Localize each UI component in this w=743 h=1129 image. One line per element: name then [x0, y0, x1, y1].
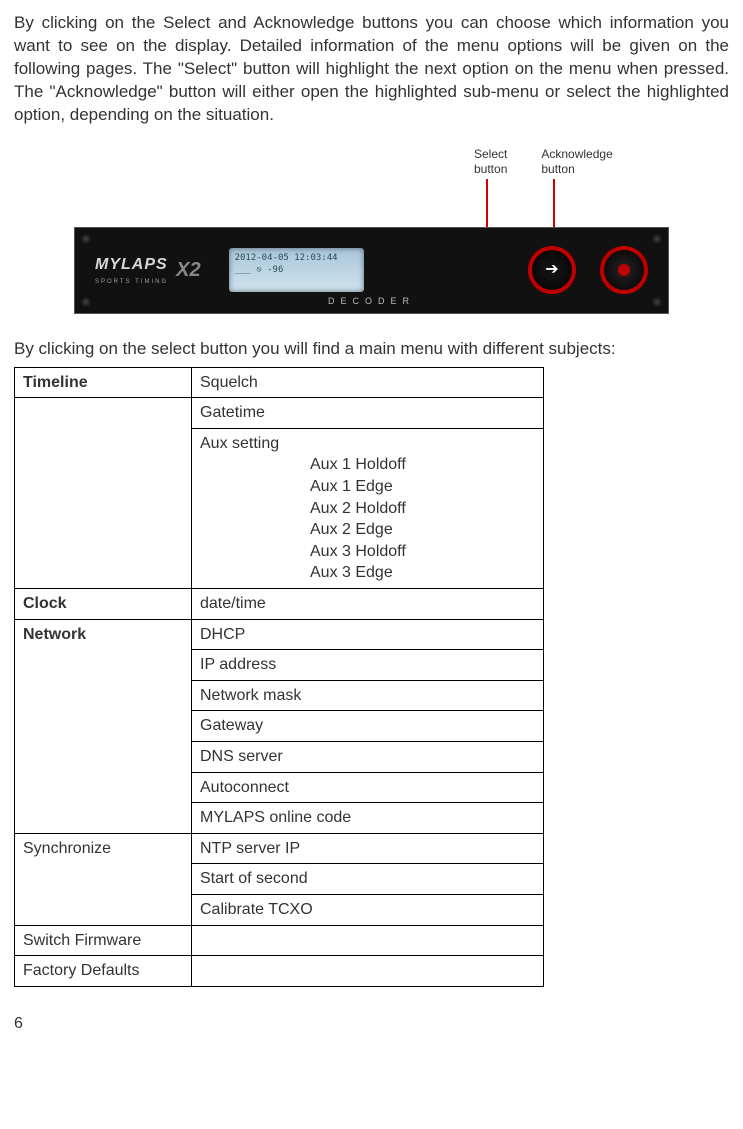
acknowledge-button-label: Acknowledge button	[541, 147, 612, 229]
page-number: 6	[14, 1013, 729, 1035]
aux-item: Aux 2 Holdoff	[310, 498, 535, 520]
brand-subtext: SPORTS TIMING	[95, 278, 168, 286]
lcd-line: 2012-04-05 12:03:44	[235, 252, 358, 264]
table-cell: NTP server IP	[192, 833, 544, 864]
table-cell: Gatetime	[192, 398, 544, 429]
table-cell: Start of second	[192, 864, 544, 895]
menu-table: Timeline Squelch Gatetime Aux setting Au…	[14, 367, 544, 987]
table-cell: MYLAPS online code	[192, 803, 544, 834]
model-badge: X2	[176, 257, 200, 284]
table-cell-aux: Aux setting Aux 1 Holdoff Aux 1 Edge Aux…	[192, 428, 544, 588]
aux-setting-label: Aux setting	[200, 435, 279, 452]
intro-paragraph: By clicking on the Select and Acknowledg…	[14, 12, 729, 127]
brand-logo: MYLAPS	[95, 254, 168, 276]
table-cell-empty	[192, 956, 544, 987]
table-cell-switchfw: Switch Firmware	[15, 925, 192, 956]
table-cell-empty	[15, 864, 192, 925]
label-text: button	[541, 162, 574, 177]
table-cell-empty	[15, 650, 192, 803]
table-cell-network: Network	[15, 619, 192, 650]
sub-intro-paragraph: By clicking on the select button you wil…	[14, 338, 729, 361]
aux-item: Aux 1 Edge	[310, 476, 535, 498]
table-cell-empty	[192, 925, 544, 956]
acknowledge-button-icon	[600, 246, 648, 294]
select-button-label: Select button	[474, 147, 507, 229]
select-button-icon	[528, 246, 576, 294]
table-cell: Gateway	[192, 711, 544, 742]
label-text: Acknowledge	[541, 147, 612, 162]
table-cell-empty	[15, 398, 192, 589]
table-cell-factory: Factory Defaults	[15, 956, 192, 987]
acknowledge-pointer-line	[553, 179, 555, 229]
table-cell: Autoconnect	[192, 772, 544, 803]
table-cell: DHCP	[192, 619, 544, 650]
table-cell: IP address	[192, 650, 544, 681]
table-cell: Network mask	[192, 680, 544, 711]
lcd-line: ___ ⎋ -96	[235, 264, 358, 276]
select-pointer-line	[486, 179, 488, 229]
device-figure: Select button Acknowledge button MYLAPS …	[14, 147, 729, 314]
aux-item: Aux 3 Edge	[310, 562, 535, 584]
aux-item: Aux 3 Holdoff	[310, 541, 535, 563]
table-cell: Squelch	[192, 367, 544, 398]
table-cell: date/time	[192, 588, 544, 619]
decoder-device-photo: MYLAPS SPORTS TIMING X2 2012-04-05 12:03…	[74, 227, 669, 314]
table-cell-empty	[15, 803, 192, 834]
aux-item: Aux 2 Edge	[310, 519, 535, 541]
table-cell-clock: Clock	[15, 588, 192, 619]
table-cell-timeline: Timeline	[15, 367, 192, 398]
table-cell: DNS server	[192, 741, 544, 772]
label-text: Select	[474, 147, 507, 162]
decoder-label: DECODER	[328, 295, 415, 307]
label-text: button	[474, 162, 507, 177]
table-cell: Calibrate TCXO	[192, 894, 544, 925]
lcd-screen: 2012-04-05 12:03:44 ___ ⎋ -96	[229, 248, 364, 292]
aux-item: Aux 1 Holdoff	[310, 454, 535, 476]
table-cell-synchronize: Synchronize	[15, 833, 192, 864]
